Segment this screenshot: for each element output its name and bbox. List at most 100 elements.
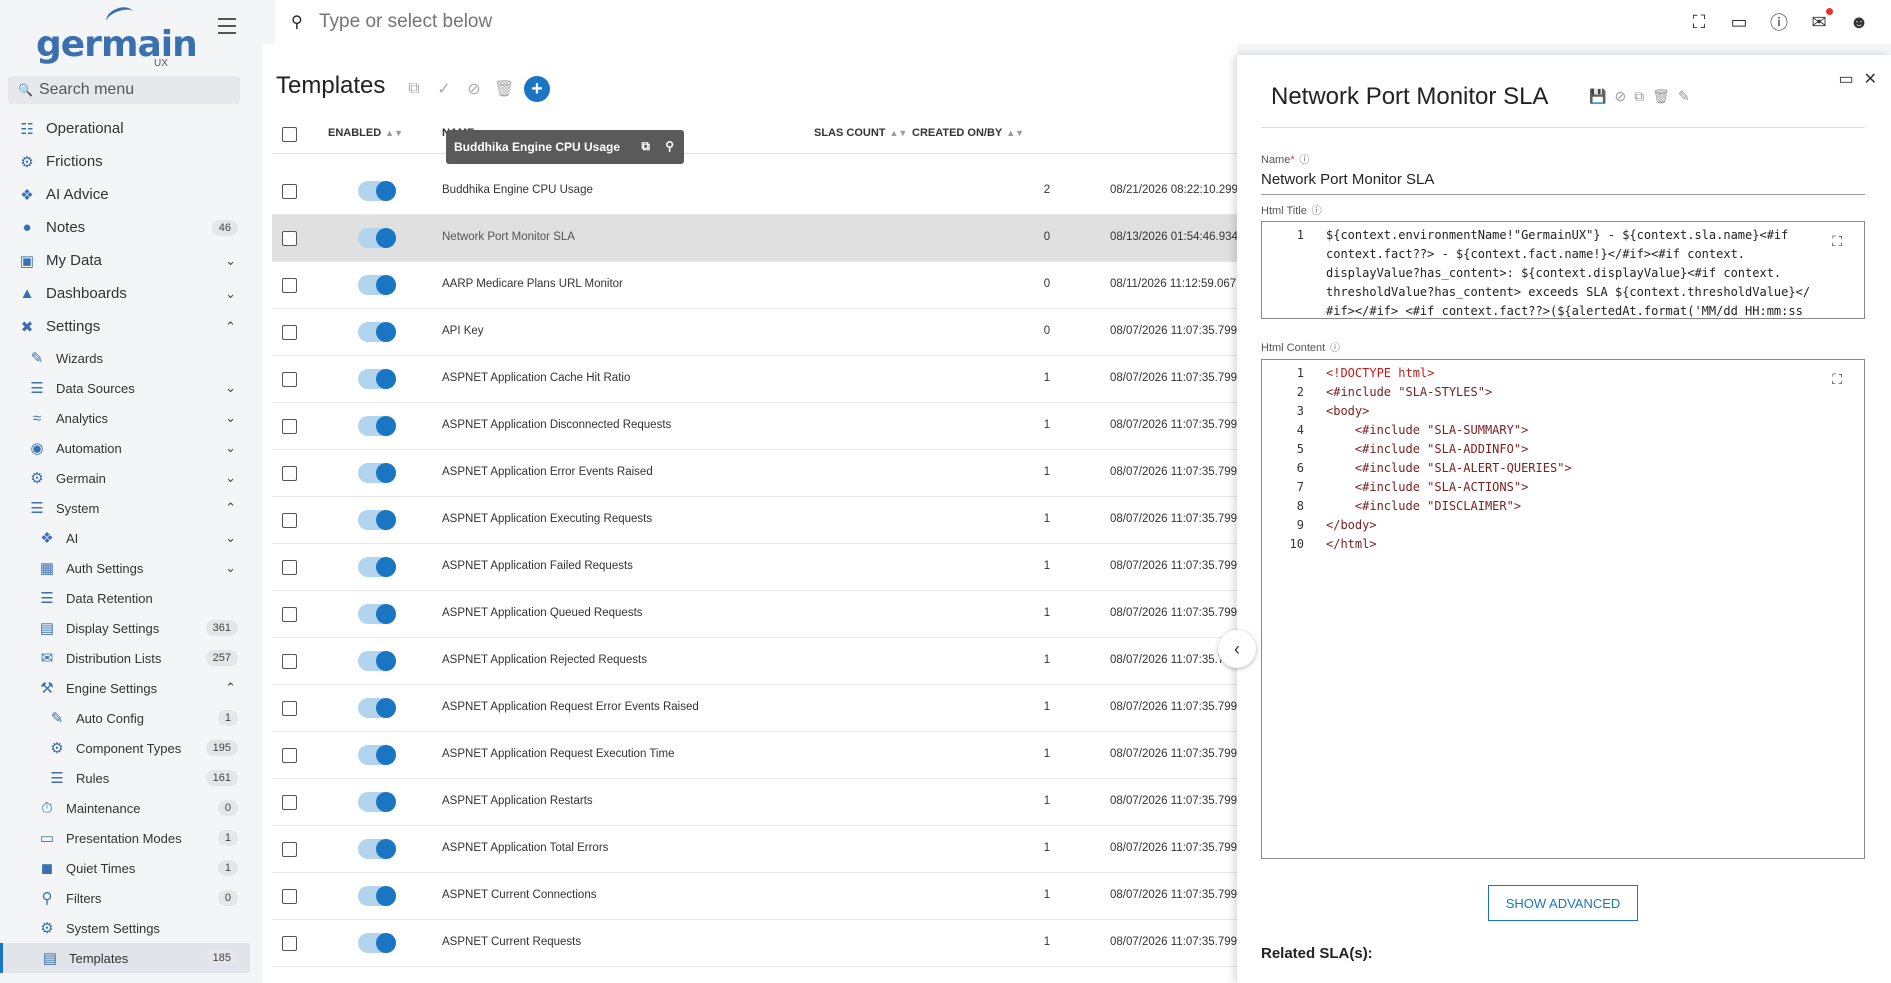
enabled-toggle[interactable] (358, 416, 396, 436)
sidebar-item-engine-settings[interactable]: ⚒ Engine Settings ⌃ (0, 673, 250, 703)
sidebar-item-data-retention[interactable]: ☰ Data Retention (0, 583, 250, 613)
row-checkbox[interactable] (282, 231, 297, 246)
col-created[interactable]: CREATED ON/BY ▲▼ (912, 127, 1024, 139)
sidebar-item-maintenance[interactable]: ⏱ Maintenance 0 (0, 793, 250, 823)
sidebar-item-system-settings[interactable]: ⚙ System Settings (0, 913, 250, 943)
chevron-up-icon[interactable]: ⌃ (225, 680, 236, 696)
row-checkbox[interactable] (282, 513, 297, 528)
sidebar-search[interactable]: 🔍 Search menu (8, 76, 240, 104)
table-row[interactable]: ASPNET Application Request Execution Tim… (272, 732, 1243, 779)
user-icon[interactable]: ☻ (1847, 10, 1871, 34)
row-checkbox[interactable] (282, 419, 297, 434)
hamburger-menu-icon[interactable] (218, 18, 236, 34)
show-advanced-button[interactable]: SHOW ADVANCED (1488, 885, 1638, 921)
table-row[interactable]: ASPNET Application Failed Requests 1 08/07… (272, 544, 1243, 591)
ban-icon[interactable]: ⊘ (1614, 88, 1626, 105)
sidebar-item-filters[interactable]: ⚲ Filters 0 (0, 883, 250, 913)
template-name[interactable]: Network Port Monitor SLA (442, 231, 575, 243)
table-row[interactable]: ASPNET Application Executing Requests 1 08… (272, 497, 1243, 544)
sidebar-item-analytics[interactable]: ≈ Analytics ⌄ (0, 403, 250, 433)
row-checkbox[interactable] (282, 466, 297, 481)
enabled-toggle[interactable] (358, 604, 396, 624)
sidebar-item-data-sources[interactable]: ☰ Data Sources ⌄ (0, 373, 250, 403)
table-row[interactable]: ASPNET Application Queued Requests 1 08/07… (272, 591, 1243, 638)
enabled-toggle[interactable] (358, 510, 396, 530)
table-row[interactable]: AARP Medicare Plans URL Monitor 0 08/11/20… (272, 262, 1246, 309)
row-checkbox[interactable] (282, 936, 297, 951)
row-checkbox[interactable] (282, 560, 297, 575)
search-icon[interactable]: ⚲ (665, 139, 674, 153)
global-search-input[interactable] (319, 10, 819, 34)
copy-icon[interactable]: ⧉ (1634, 88, 1644, 105)
template-name[interactable]: AARP Medicare Plans URL Monitor (442, 278, 623, 290)
maximize-icon[interactable]: ▭ (1838, 69, 1853, 89)
row-checkbox[interactable] (282, 842, 297, 857)
col-enabled[interactable]: ENABLED ▲▼ (328, 127, 403, 139)
enabled-toggle[interactable] (358, 698, 396, 718)
ban-icon[interactable]: ⊘ (464, 79, 484, 99)
template-name[interactable]: ASPNET Application Request Execution Tim… (442, 748, 674, 760)
copy-icon[interactable]: ⧉ (641, 139, 650, 154)
row-checkbox[interactable] (282, 748, 297, 763)
sidebar-item-wizards[interactable]: ✎ Wizards (0, 343, 250, 373)
enabled-toggle[interactable] (358, 933, 396, 953)
sidebar-item-operational[interactable]: ☷ Operational (0, 112, 250, 145)
save-icon[interactable]: 💾 (1589, 88, 1606, 105)
sidebar-item-my-data[interactable]: ▣ My Data ⌄ (0, 244, 250, 277)
row-checkbox[interactable] (282, 701, 297, 716)
sidebar-item-dashboards[interactable]: ▲ Dashboards ⌄ (0, 277, 250, 310)
template-name[interactable]: ASPNET Application Queued Requests (442, 607, 643, 619)
template-name[interactable]: ASPNET Application Executing Requests (442, 513, 652, 525)
row-checkbox[interactable] (282, 654, 297, 669)
html-title-editor[interactable]: ⛶ 1 ${context.environmentName!"GermainUX"… (1261, 221, 1865, 319)
chevron-down-icon[interactable]: ⌄ (225, 470, 236, 486)
enabled-toggle[interactable] (358, 463, 396, 483)
row-checkbox[interactable] (282, 184, 297, 199)
template-name[interactable]: ASPNET Current Connections (442, 889, 596, 901)
table-row[interactable]: ASPNET Application Restarts 1 08/07/2026 1… (272, 779, 1243, 826)
html-content-editor[interactable]: ⛶ 1 <!DOCTYPE html> 2 <#include "SLA-STYLES… (1261, 359, 1865, 859)
table-row[interactable]: ASPNET Application Error Events Raised 1 0… (272, 450, 1243, 497)
enabled-toggle[interactable] (358, 886, 396, 906)
name-field[interactable]: Network Port Monitor SLA (1261, 167, 1865, 195)
table-row[interactable]: Network Port Monitor SLA 0 08/13/2026 01:5… (272, 215, 1238, 262)
table-row[interactable]: Buddhika Engine CPU Usage 2 08/21/2026 08:… (272, 168, 1238, 215)
sidebar-item-frictions[interactable]: ⚙ Frictions (0, 145, 250, 178)
sidebar-item-ai-advice[interactable]: ❖ AI Advice (0, 178, 250, 211)
template-name[interactable]: ASPNET Application Failed Requests (442, 560, 633, 572)
sidebar-item-rules[interactable]: ☰ Rules 161 (0, 763, 250, 793)
row-checkbox[interactable] (282, 889, 297, 904)
copy-icon[interactable]: ⧉ (404, 80, 424, 98)
table-row[interactable]: ASPNET Application Disconnected Requests… (272, 403, 1243, 450)
enabled-toggle[interactable] (358, 745, 396, 765)
fullscreen-icon[interactable]: ⛶ (1687, 10, 1711, 34)
table-row[interactable]: ASPNET Application Cache Hit Ratio 1 08/07… (272, 356, 1243, 403)
sidebar-item-germain[interactable]: ⚙ Germain ⌄ (0, 463, 250, 493)
sidebar-item-quiet-times[interactable]: ◼ Quiet Times 1 (0, 853, 250, 883)
add-template-button[interactable]: + (524, 76, 550, 102)
enabled-toggle[interactable] (358, 322, 396, 342)
template-name[interactable]: API Key (442, 325, 484, 337)
enabled-toggle[interactable] (358, 557, 396, 577)
chevron-down-icon[interactable]: ⌄ (225, 253, 236, 269)
sidebar-item-templates[interactable]: ▤ Templates 185 (0, 943, 250, 973)
enabled-toggle[interactable] (358, 228, 396, 248)
chevron-down-icon[interactable]: ⌄ (225, 560, 236, 576)
germain-logo[interactable]: germain UX (36, 3, 198, 69)
table-row[interactable]: ASPNET Current Connections 1 08/07/2026 11… (272, 873, 1243, 920)
enabled-toggle[interactable] (358, 275, 396, 295)
collapse-panel-button[interactable]: ‹ (1218, 630, 1256, 668)
presentation-icon[interactable]: ▭ (1727, 10, 1751, 34)
select-all-checkbox[interactable] (282, 127, 297, 142)
sidebar-item-automation[interactable]: ◉ Automation ⌄ (0, 433, 250, 463)
table-row[interactable]: API Key 0 08/07/2026 11:07:35.799 I (272, 309, 1243, 356)
row-checkbox[interactable] (282, 325, 297, 340)
trash-icon[interactable]: 🗑 (1652, 88, 1670, 105)
inbox-icon[interactable]: ✉ (1807, 8, 1833, 34)
sidebar-item-component-types[interactable]: ⚙ Component Types 195 (0, 733, 250, 763)
sidebar-item-display-settings[interactable]: ▤ Display Settings 361 (0, 613, 250, 643)
sidebar-item-presentation-modes[interactable]: ▭ Presentation Modes 1 (0, 823, 250, 853)
chevron-down-icon[interactable]: ⌄ (225, 380, 236, 396)
template-name[interactable]: ASPNET Current Requests (442, 936, 581, 948)
chevron-up-icon[interactable]: ⌃ (225, 500, 236, 516)
